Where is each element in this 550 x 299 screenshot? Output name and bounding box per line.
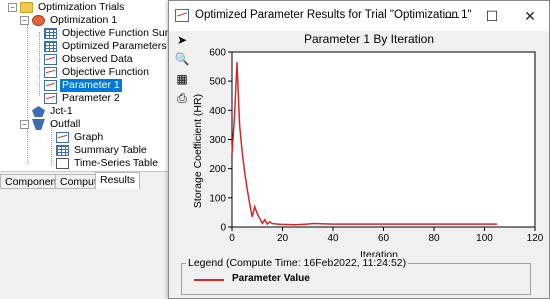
y-tick-label: 200 bbox=[209, 164, 226, 175]
tree-node-label: Optimization Trials bbox=[38, 1, 125, 13]
y-tick-label: 500 bbox=[209, 77, 226, 88]
folder-icon bbox=[20, 2, 33, 13]
graph-icon bbox=[44, 93, 57, 104]
close-button[interactable]: ✕ bbox=[515, 5, 545, 27]
tree-item-parameter-1[interactable]: Parameter 1 bbox=[44, 79, 122, 92]
chart-title: Parameter 1 By Iteration bbox=[304, 32, 434, 46]
tree-item-parameter-2[interactable]: Parameter 2 bbox=[44, 92, 122, 105]
plot-area bbox=[231, 51, 536, 228]
tree-item-time-series-table[interactable]: Time-Series Table bbox=[56, 157, 160, 169]
tree-guide-line bbox=[39, 32, 40, 96]
tree-node-jct-1[interactable]: Jct-1 bbox=[32, 105, 75, 118]
explorer-empty-area bbox=[0, 189, 175, 299]
tree-node-label: Time-Series Table bbox=[74, 157, 159, 169]
tree-node-outfall[interactable]: − Outfall bbox=[20, 118, 82, 131]
collapse-toggle[interactable]: − bbox=[20, 120, 29, 129]
tree-node-label: Summary Table bbox=[74, 144, 147, 156]
tree-node-label: Optimized Parameters bbox=[62, 40, 167, 52]
window-titlebar[interactable]: Optimized Parameter Results for Trial "O… bbox=[169, 1, 549, 31]
graph-icon bbox=[56, 132, 69, 143]
x-tick-label: 0 bbox=[229, 233, 235, 244]
graph-icon bbox=[175, 9, 189, 22]
y-tick-label: 100 bbox=[209, 193, 226, 204]
tree-guide-line bbox=[27, 19, 28, 164]
tree-node-label: Graph bbox=[74, 131, 104, 143]
tree-item-optimized-parameters[interactable]: Optimized Parameters bbox=[44, 40, 168, 53]
y-tick-label: 600 bbox=[209, 48, 226, 59]
legend: Legend (Compute Time: 16Feb2022, 11:24:5… bbox=[181, 257, 531, 295]
app-root: − Optimization Trials − Optimization 1 O… bbox=[0, 0, 550, 299]
chart-axes: 0 100 200 300 400 500 600 0 20 40 60 80 100 120 bbox=[209, 48, 543, 245]
parameter-chart: Parameter 1 By Iteration Storage Coeffic… bbox=[192, 32, 544, 261]
y-tick-label: 400 bbox=[209, 106, 226, 117]
maximize-button[interactable]: ☐ bbox=[477, 5, 507, 27]
tree-node-label: Jct-1 bbox=[50, 105, 73, 117]
tab-results[interactable]: Results bbox=[95, 172, 141, 190]
x-tick-label: 80 bbox=[428, 233, 440, 244]
tree-node-label: Objective Function bbox=[62, 66, 149, 78]
graph-icon bbox=[44, 80, 57, 91]
tree-node-label: Optimization 1 bbox=[50, 14, 118, 26]
x-tick-label: 20 bbox=[277, 233, 289, 244]
tree-node-optimization-trials[interactable]: − Optimization Trials bbox=[8, 1, 126, 14]
table-icon bbox=[44, 41, 57, 52]
tree-node-label: Parameter 1 bbox=[60, 79, 122, 92]
y-axis-label: Storage Coefficient (HR) bbox=[192, 94, 204, 208]
optimization-trial-icon bbox=[32, 15, 45, 26]
y-tick-label: 0 bbox=[220, 223, 226, 234]
tree-node-label: Parameter 2 bbox=[62, 92, 120, 104]
tree-node-label: Observed Data bbox=[62, 53, 133, 65]
graph-icon bbox=[44, 54, 57, 65]
table-icon bbox=[44, 28, 57, 39]
tree-item-objective-function[interactable]: Objective Function bbox=[44, 66, 151, 79]
tree-node-label: Outfall bbox=[50, 118, 81, 130]
legend-title: Legend (Compute Time: 16Feb2022, 11:24:5… bbox=[186, 257, 409, 269]
window-title: Optimized Parameter Results for Trial "O… bbox=[195, 9, 472, 21]
explorer-tab-bar: Components Compute Results bbox=[0, 171, 175, 190]
minimize-button[interactable]: — bbox=[437, 5, 467, 27]
graph-icon bbox=[44, 67, 57, 78]
legend-swatch bbox=[194, 279, 224, 281]
tree-item-summary-table[interactable]: Summary Table bbox=[56, 144, 149, 157]
collapse-toggle[interactable]: − bbox=[20, 16, 29, 25]
x-tick-label: 100 bbox=[476, 233, 493, 244]
x-tick-label: 40 bbox=[327, 233, 339, 244]
parameter-results-window: Optimized Parameter Results for Trial "O… bbox=[168, 0, 550, 299]
table-icon bbox=[56, 145, 69, 156]
watershed-explorer-tree: − Optimization Trials − Optimization 1 O… bbox=[0, 0, 197, 170]
outfall-icon bbox=[32, 119, 45, 130]
tree-item-graph[interactable]: Graph bbox=[56, 131, 105, 144]
y-tick-label: 300 bbox=[209, 135, 226, 146]
x-tick-label: 60 bbox=[378, 233, 390, 244]
x-tick-label: 120 bbox=[527, 233, 544, 244]
time-series-table-icon bbox=[56, 157, 69, 169]
collapse-toggle[interactable]: − bbox=[8, 3, 17, 12]
junction-icon bbox=[32, 106, 45, 117]
legend-series-label: Parameter Value bbox=[232, 273, 310, 284]
tree-node-optimization-1[interactable]: − Optimization 1 bbox=[20, 14, 119, 27]
tree-item-observed-data[interactable]: Observed Data bbox=[44, 53, 135, 66]
